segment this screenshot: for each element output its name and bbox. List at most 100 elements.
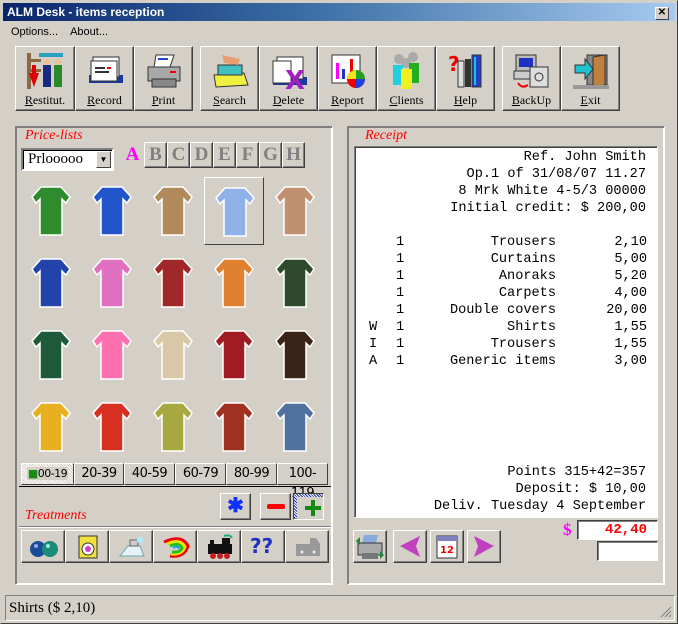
shirts-icon (215, 187, 255, 237)
receipt-item-row[interactable]: I 1 Trousers 1,55 (355, 336, 647, 353)
receipt-item-row[interactable]: 1 Carpets 4,00 (355, 285, 647, 302)
item-description: Trousers (490, 337, 556, 352)
jacket-icon: ■ (27, 467, 38, 480)
item-trousers[interactable] (143, 249, 203, 317)
letter-tab-f[interactable]: F (236, 142, 259, 168)
item-sweater[interactable] (21, 177, 81, 245)
item-curtains[interactable] (143, 321, 203, 389)
receipt-item-row[interactable]: 1 Anoraks 5,20 (355, 268, 647, 285)
letter-tab-g[interactable]: G (259, 142, 282, 168)
letter-tab-d[interactable]: D (190, 142, 213, 168)
report-button[interactable]: Report (318, 46, 377, 111)
total-field[interactable]: 42,40 (577, 520, 658, 540)
treatment-iron-button[interactable] (109, 530, 153, 563)
range-tab-100-119[interactable]: 100-119 (277, 463, 328, 501)
calendar-icon: 12 (436, 535, 458, 559)
clients-button[interactable]: Clients (377, 46, 436, 111)
receipt-item-row[interactable]: 1 Curtains 5,00 (355, 251, 647, 268)
letter-tab-h[interactable]: H (282, 142, 305, 168)
next-button[interactable] (467, 530, 501, 563)
plus-button[interactable] (293, 493, 324, 520)
range-tab-20-39[interactable]: 20-39 (74, 463, 124, 485)
close-button[interactable]: ✕ (655, 7, 669, 20)
item-qty: 1 (396, 337, 405, 352)
item-child-dress[interactable] (82, 321, 142, 389)
range-tab-00-19[interactable]: ■00-19 (21, 463, 74, 485)
star-button[interactable]: ✱ (220, 493, 251, 520)
item-description: Shirts (507, 320, 556, 335)
currency-symbol: $ (563, 520, 572, 539)
item-covers-stack[interactable] (143, 393, 203, 461)
print-receipt-button[interactable] (353, 530, 387, 563)
help-label: Help (453, 93, 478, 107)
range-tab-60-79[interactable]: 60-79 (175, 463, 226, 485)
search-button[interactable]: Search (200, 46, 259, 111)
item-raincoat[interactable] (21, 321, 81, 389)
letter-tab-b[interactable]: B (144, 142, 167, 168)
printer-icon (356, 535, 384, 559)
range-tabs: ■00-19 20-39 40-59 60-79 80-99 100-119 (21, 463, 328, 501)
item-shirts[interactable] (204, 177, 264, 245)
item-green-jacket[interactable] (265, 249, 325, 317)
receipt-item-row[interactable]: A 1 Generic items 3,00 (355, 353, 647, 370)
restitution-label: Restitut. (24, 93, 66, 107)
item-double-covers[interactable] (21, 393, 81, 461)
minus-button[interactable] (260, 493, 291, 520)
calendar-button[interactable]: 12 (430, 530, 464, 563)
letter-tab-e[interactable]: E (213, 142, 236, 168)
item-carpets[interactable] (204, 393, 264, 461)
treatment-dye-button[interactable] (153, 530, 197, 563)
item-jacket[interactable] (143, 177, 203, 245)
treatment-train-button[interactable] (197, 530, 241, 563)
range-tab-80-99[interactable]: 80-99 (226, 463, 277, 485)
truck-icon (296, 538, 320, 556)
record-button[interactable]: Record (75, 46, 134, 111)
item-dress[interactable] (82, 177, 142, 245)
letter-tab-c[interactable]: C (167, 142, 190, 168)
item-pink-dress[interactable] (82, 249, 142, 317)
delete-button[interactable]: X Delete (259, 46, 318, 111)
help-button[interactable]: ? Help (436, 46, 495, 111)
item-skirt[interactable] (21, 249, 81, 317)
treatment-unknown-button[interactable]: ?? (241, 530, 285, 563)
report-chart-icon (328, 51, 368, 91)
receipt-area[interactable]: Ref. John Smith Op.1 of 31/08/07 11.27 8… (354, 146, 658, 518)
receipt-item-row[interactable]: W 1 Shirts 1,55 (355, 319, 647, 336)
search-cards-icon (210, 51, 250, 91)
chevron-down-icon[interactable]: ▼ (96, 151, 111, 168)
menu-options[interactable]: Options... (5, 23, 64, 41)
resize-grip-icon[interactable] (660, 606, 672, 618)
item-leather-coat[interactable] (265, 321, 325, 389)
treatment-delivery-button[interactable] (285, 530, 329, 563)
asterisk-icon: ✱ (227, 495, 244, 517)
item-generic-items[interactable] (265, 393, 325, 461)
item-coat[interactable] (265, 177, 325, 245)
exit-button[interactable]: Exit (561, 46, 620, 111)
print-button[interactable]: Print (134, 46, 193, 111)
backup-button[interactable]: BackUp (502, 46, 561, 111)
previous-button[interactable] (393, 530, 427, 563)
print-label: Print (151, 93, 176, 107)
arrow-right-icon (474, 536, 494, 557)
help-books-icon: ? (446, 51, 486, 91)
price-list-select[interactable]: Prlooooo ▼ (21, 148, 114, 171)
receipt-item-row[interactable]: 1 Trousers 2,10 (355, 234, 647, 251)
item-price: 20,00 (606, 303, 647, 318)
item-anoraks[interactable] (204, 321, 264, 389)
range-tab-40-59[interactable]: 40-59 (124, 463, 175, 485)
item-qty: 1 (396, 235, 405, 250)
item-price: 3,00 (614, 354, 647, 369)
letter-tab-a[interactable]: A (121, 142, 144, 168)
coat-icon (275, 186, 315, 236)
menu-about[interactable]: About... (64, 23, 114, 41)
range-divider (19, 486, 331, 487)
treatment-drops-button[interactable] (21, 530, 65, 563)
receipt-item-row[interactable]: 1 Double covers 20,00 (355, 302, 647, 319)
dye-rainbow-icon (163, 537, 190, 558)
treatment-wash-button[interactable] (65, 530, 109, 563)
trousers-icon (153, 258, 193, 308)
item-blankets[interactable] (82, 393, 142, 461)
secondary-field[interactable] (597, 541, 658, 561)
item-ties[interactable] (204, 249, 264, 317)
restitution-button[interactable]: Restitut. (15, 46, 75, 111)
